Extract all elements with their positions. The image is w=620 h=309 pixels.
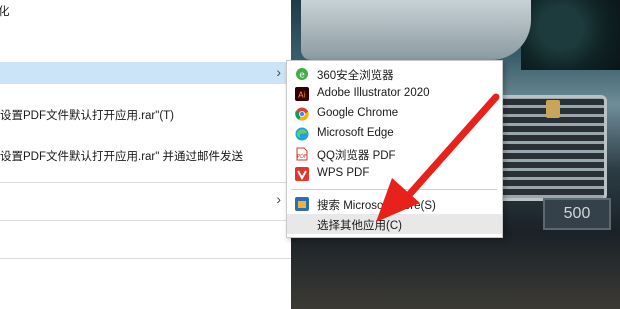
menu-item-submenu[interactable]: › <box>0 190 291 212</box>
submenu-item-chrome[interactable]: Google Chrome <box>287 104 502 124</box>
wallpaper-car-roof <box>301 0 531 60</box>
chevron-right-icon: › <box>276 191 281 207</box>
menu-item-open-with[interactable]: › <box>0 62 291 84</box>
svg-text:Ai: Ai <box>298 91 306 100</box>
submenu-item-label: 选择其他应用(C) <box>317 220 402 232</box>
svg-text:e: e <box>299 71 305 81</box>
submenu-item-label: Adobe Illustrator 2020 <box>317 87 430 99</box>
menu-divider <box>0 220 291 221</box>
browser-360-icon: e <box>295 67 309 81</box>
submenu-item-label: WPS PDF <box>317 167 370 179</box>
wallpaper-license-plate: 500 <box>543 198 611 230</box>
submenu-item-label: QQ浏览器 PDF <box>317 150 396 162</box>
menu-item-add-to-archive[interactable]: 设置PDF文件默认打开应用.rar"(T) <box>0 107 291 123</box>
submenu-item-search-store[interactable]: 搜索 Microsoft Store(S) <box>287 194 502 214</box>
chrome-icon <box>295 107 309 121</box>
submenu-item-edge[interactable]: Microsoft Edge <box>287 124 502 144</box>
qq-browser-pdf-icon: PDF <box>295 147 309 161</box>
menu-divider <box>0 182 291 183</box>
wallpaper-car-badge <box>546 100 560 118</box>
menu-item-partial[interactable]: 化 <box>0 3 289 19</box>
edge-icon <box>295 127 309 141</box>
submenu-item-choose-other-app[interactable]: 选择其他应用(C) <box>287 214 502 234</box>
adobe-illustrator-icon: Ai <box>295 87 309 101</box>
wallpaper-trees <box>521 0 620 70</box>
submenu-item-illustrator[interactable]: Ai Adobe Illustrator 2020 <box>287 84 502 104</box>
menu-item-add-and-email[interactable]: 设置PDF文件默认打开应用.rar" 并通过邮件发送 <box>0 148 291 164</box>
chevron-right-icon: › <box>276 64 281 80</box>
menu-divider <box>0 258 291 259</box>
microsoft-store-icon <box>295 197 309 211</box>
submenu-item-qq-pdf[interactable]: PDF QQ浏览器 PDF <box>287 144 502 164</box>
svg-text:PDF: PDF <box>297 154 307 160</box>
submenu-item-label: Google Chrome <box>317 107 399 119</box>
open-with-submenu: e 360安全浏览器 Ai Adobe Illustrator 2020 Goo… <box>286 60 503 238</box>
submenu-item-label: 搜索 Microsoft Store(S) <box>317 200 436 212</box>
submenu-divider <box>291 189 497 190</box>
wps-pdf-icon <box>295 167 309 181</box>
submenu-item-label: Microsoft Edge <box>317 127 394 139</box>
submenu-item-360-browser[interactable]: e 360安全浏览器 <box>287 64 502 84</box>
submenu-item-wps-pdf[interactable]: WPS PDF <box>287 164 502 184</box>
submenu-item-label: 360安全浏览器 <box>317 70 394 82</box>
context-menu: 化 › 设置PDF文件默认打开应用.rar"(T) 设置PDF文件默认打开应用.… <box>0 0 291 309</box>
